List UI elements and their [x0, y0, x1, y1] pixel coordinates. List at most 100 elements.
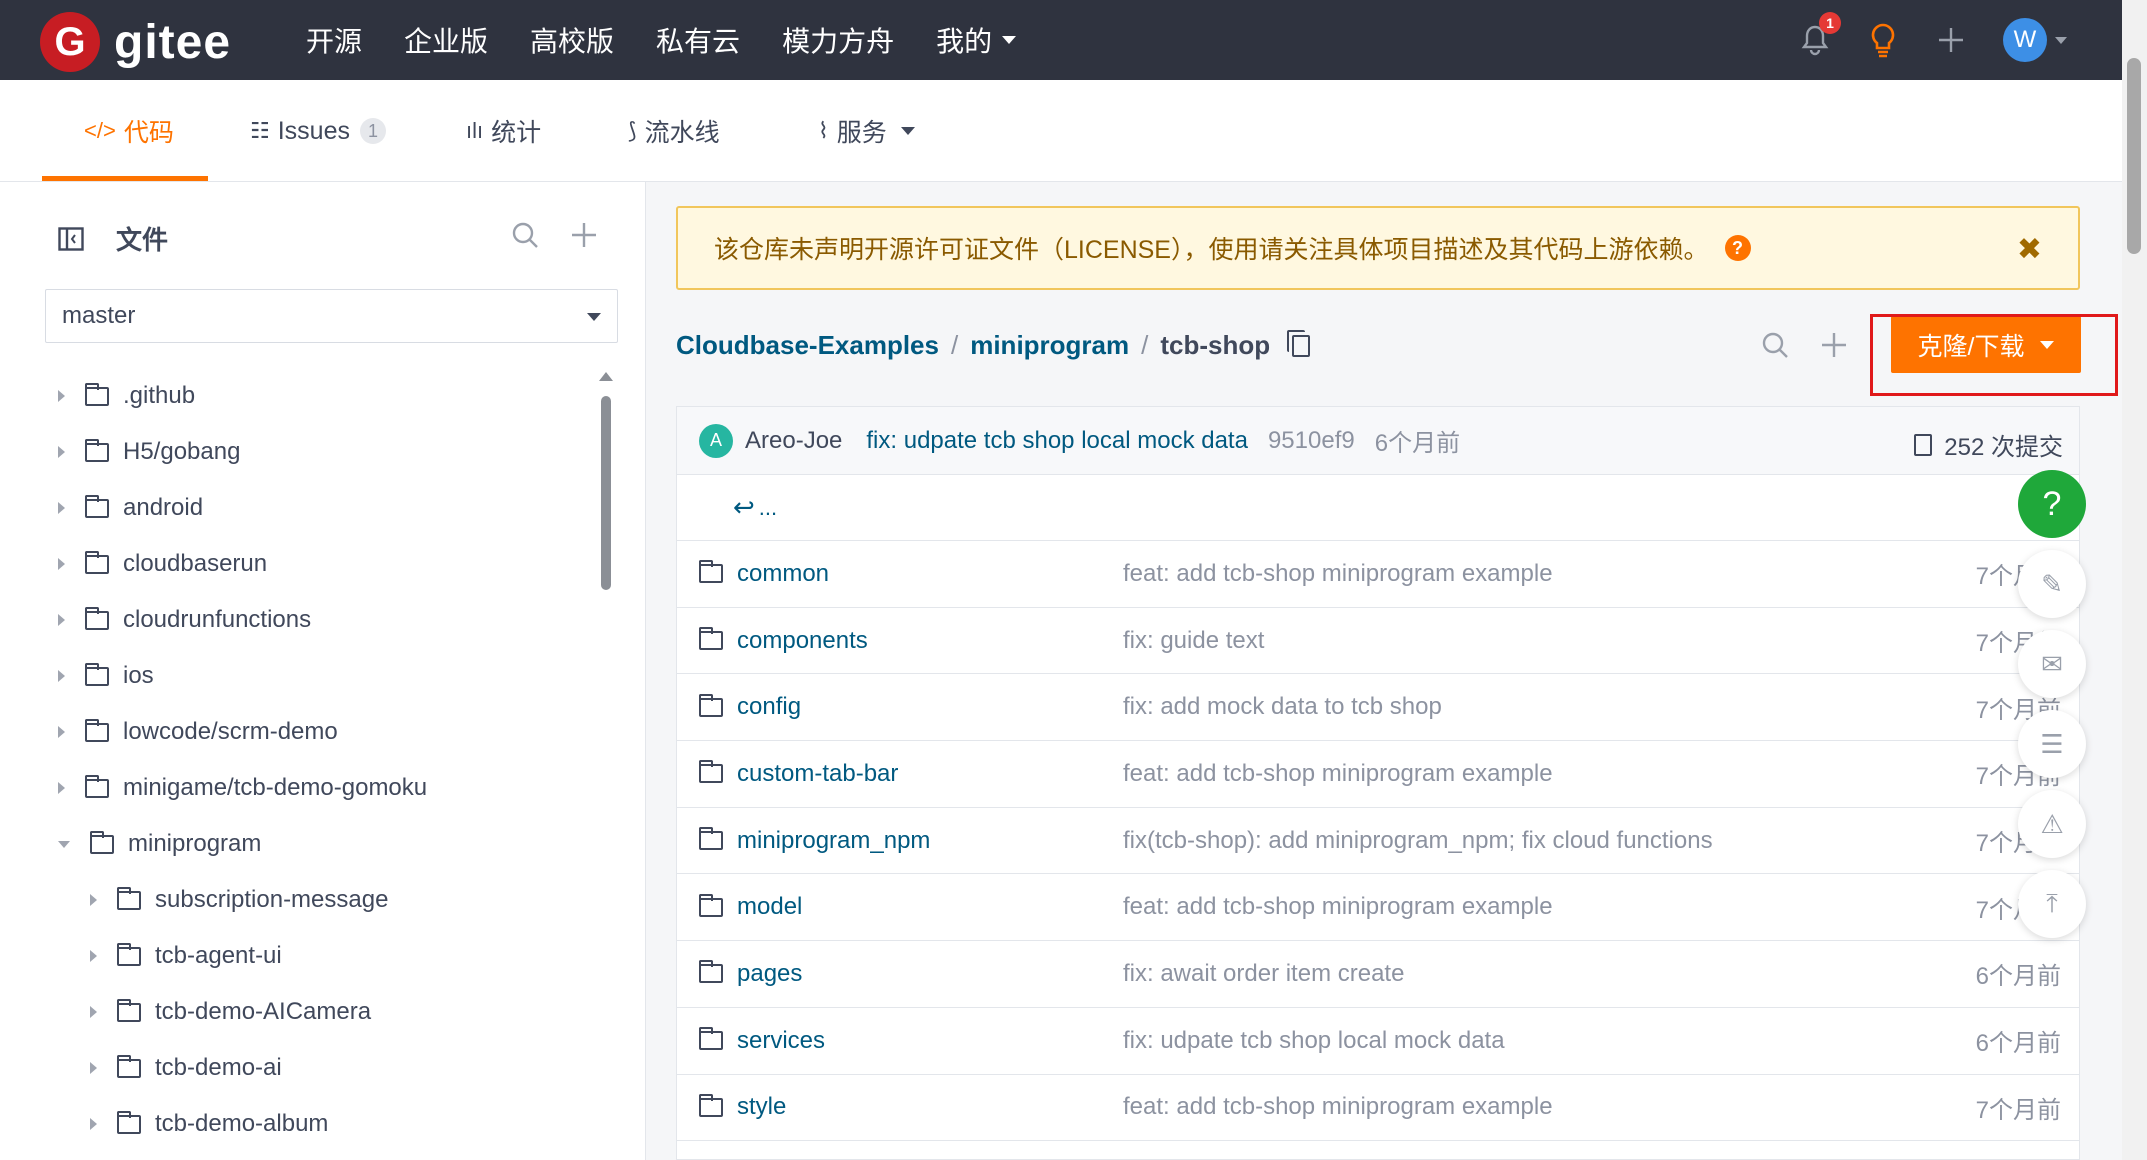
create-button[interactable] [1931, 20, 1971, 60]
chevron-right-icon[interactable] [90, 950, 97, 962]
sidebar-title: 文件 [116, 225, 169, 255]
chevron-right-icon[interactable] [58, 502, 65, 514]
avatar[interactable]: A [699, 423, 733, 458]
tab-code[interactable]: </> 代码 [84, 80, 174, 182]
file-name-link[interactable]: miniprogram_npm [699, 827, 930, 855]
file-commit-message[interactable]: fix: guide text [1123, 627, 1264, 655]
file-commit-message[interactable]: feat: add tcb-shop miniprogram example [1123, 1093, 1553, 1121]
file-name-link[interactable]: config [699, 693, 801, 721]
file-commit-message[interactable]: fix: await order item create [1123, 960, 1404, 988]
tree-item[interactable]: cloudrunfunctions [0, 592, 600, 648]
nav-open-source[interactable]: 开源 [306, 20, 362, 60]
parent-directory-row[interactable]: ↩ ... [677, 475, 2079, 541]
gitee-logo[interactable]: G gitee [40, 12, 231, 72]
nav-moli-fangzhou[interactable]: 模力方舟 [782, 20, 894, 60]
tree-item-label: cloudbaserun [123, 550, 268, 577]
file-name-link[interactable]: pages [699, 960, 802, 988]
tab-services[interactable]: ⌇ 服务 [818, 80, 915, 182]
commit-count-link[interactable]: 252 次提交 [1914, 427, 2063, 462]
plus-icon[interactable] [1820, 331, 1848, 359]
folder-icon [85, 382, 109, 406]
tree-item[interactable]: tcb-demo-ai [0, 1040, 600, 1096]
chevron-right-icon[interactable] [58, 614, 65, 626]
file-commit-message[interactable]: fix: udpate tcb shop local mock data [1123, 1027, 1505, 1055]
file-name-link[interactable]: custom-tab-bar [699, 760, 898, 788]
chevron-right-icon[interactable] [58, 390, 65, 402]
breadcrumb-miniprogram[interactable]: miniprogram [970, 330, 1129, 361]
tree-item[interactable]: subscription-message [0, 872, 600, 928]
chevron-right-icon[interactable] [58, 446, 65, 458]
file-commit-message[interactable]: feat: add tcb-shop miniprogram example [1123, 560, 1553, 588]
user-menu[interactable]: W [2003, 18, 2067, 62]
chevron-right-icon[interactable] [58, 670, 65, 682]
tree-item[interactable]: tcb-demo-AICamera [0, 984, 600, 1040]
nav-education[interactable]: 高校版 [530, 20, 614, 60]
page-scrollbar-thumb[interactable] [2127, 58, 2141, 254]
file-commit-time: 7个月前 [1975, 1096, 2061, 1124]
file-name: pages [737, 959, 803, 987]
tree-item-label: .github [123, 382, 196, 409]
scroll-up-arrow-icon[interactable] [599, 372, 613, 381]
tree-item[interactable]: tcb-agent-ui [0, 928, 600, 984]
chevron-right-icon[interactable] [90, 1062, 97, 1074]
tree-item[interactable]: minigame/tcb-demo-gomoku [0, 760, 600, 816]
close-icon[interactable]: ✖ [2017, 232, 2042, 267]
tree-item[interactable]: miniprogram [0, 816, 600, 872]
file-name-link[interactable]: components [699, 627, 868, 655]
tab-stats[interactable]: ılı 统计 [466, 80, 541, 182]
file-commit-message[interactable]: fix(tcb-shop): add miniprogram_npm; fix … [1123, 827, 1713, 855]
tree-item[interactable]: ios [0, 648, 600, 704]
commit-author[interactable]: Areo-Joe [745, 427, 842, 455]
commit-message[interactable]: fix: udpate tcb shop local mock data [866, 427, 1248, 455]
tree-item[interactable]: cloudbaserun [0, 536, 600, 592]
top-navbar: G gitee 开源 企业版 高校版 私有云 模力方舟 我的 1 W [0, 0, 2147, 80]
notifications-button[interactable]: 1 [1795, 12, 1841, 60]
sidebar-scrollbar-thumb[interactable] [601, 396, 611, 590]
file-table: A Areo-Joe fix: udpate tcb shop local mo… [676, 406, 2080, 1160]
tab-issues[interactable]: ☷ Issues 1 [250, 80, 386, 182]
help-button[interactable]: ? [2018, 470, 2086, 538]
file-name-link[interactable]: model [699, 893, 802, 921]
chevron-right-icon[interactable] [90, 894, 97, 906]
chevron-right-icon[interactable] [90, 1006, 97, 1018]
plus-icon[interactable] [570, 221, 598, 249]
chevron-right-icon[interactable] [90, 1118, 97, 1130]
edit-icon: ✎ [2041, 568, 2063, 599]
nav-private-cloud[interactable]: 私有云 [656, 20, 740, 60]
back-to-top-button[interactable]: ⤒ [2018, 870, 2086, 938]
chevron-right-icon[interactable] [58, 558, 65, 570]
edit-feedback-button[interactable]: ✎ [2018, 550, 2086, 618]
chat-button[interactable]: ☰ [2018, 710, 2086, 778]
help-icon[interactable]: ? [1724, 235, 1751, 261]
tree-item-label: cloudrunfunctions [123, 606, 312, 633]
commit-hash[interactable]: 9510ef9 [1268, 427, 1355, 455]
tab-pipeline[interactable]: ⟆ 流水线 [628, 80, 720, 182]
search-icon[interactable] [510, 220, 540, 250]
search-icon[interactable] [1760, 330, 1790, 360]
breadcrumb-repo[interactable]: Cloudbase-Examples [676, 330, 939, 361]
folder-icon [85, 718, 109, 742]
tree-item[interactable]: .github [0, 368, 600, 424]
copy-path-icon[interactable] [1287, 329, 1311, 357]
chevron-right-icon[interactable] [58, 726, 65, 738]
collapse-sidebar-icon[interactable] [58, 226, 84, 251]
nav-enterprise[interactable]: 企业版 [404, 20, 488, 60]
file-commit-message[interactable]: feat: add tcb-shop miniprogram example [1123, 760, 1553, 788]
tree-item[interactable]: tcb-demo-album [0, 1096, 600, 1152]
file-commit-message[interactable]: feat: add tcb-shop miniprogram example [1123, 893, 1553, 921]
report-button[interactable]: ⚠ [2018, 790, 2086, 858]
ideas-button[interactable] [1863, 20, 1903, 60]
file-name-link[interactable]: style [699, 1093, 786, 1121]
file-name-link[interactable]: services [699, 1027, 825, 1055]
file-name-link[interactable]: common [699, 560, 829, 588]
nav-mine-dropdown[interactable]: 我的 [936, 20, 1017, 60]
chevron-right-icon[interactable] [58, 782, 65, 794]
chevron-down-icon[interactable] [58, 840, 70, 848]
tree-item[interactable]: H5/gobang [0, 424, 600, 480]
tree-item[interactable]: android [0, 480, 600, 536]
branch-select[interactable]: master [45, 289, 618, 343]
tree-item[interactable]: lowcode/scrm-demo [0, 704, 600, 760]
file-commit-time: 6个月前 [1975, 1030, 2061, 1058]
mail-button[interactable]: ✉ [2018, 630, 2086, 698]
file-commit-message[interactable]: fix: add mock data to tcb shop [1123, 693, 1442, 721]
